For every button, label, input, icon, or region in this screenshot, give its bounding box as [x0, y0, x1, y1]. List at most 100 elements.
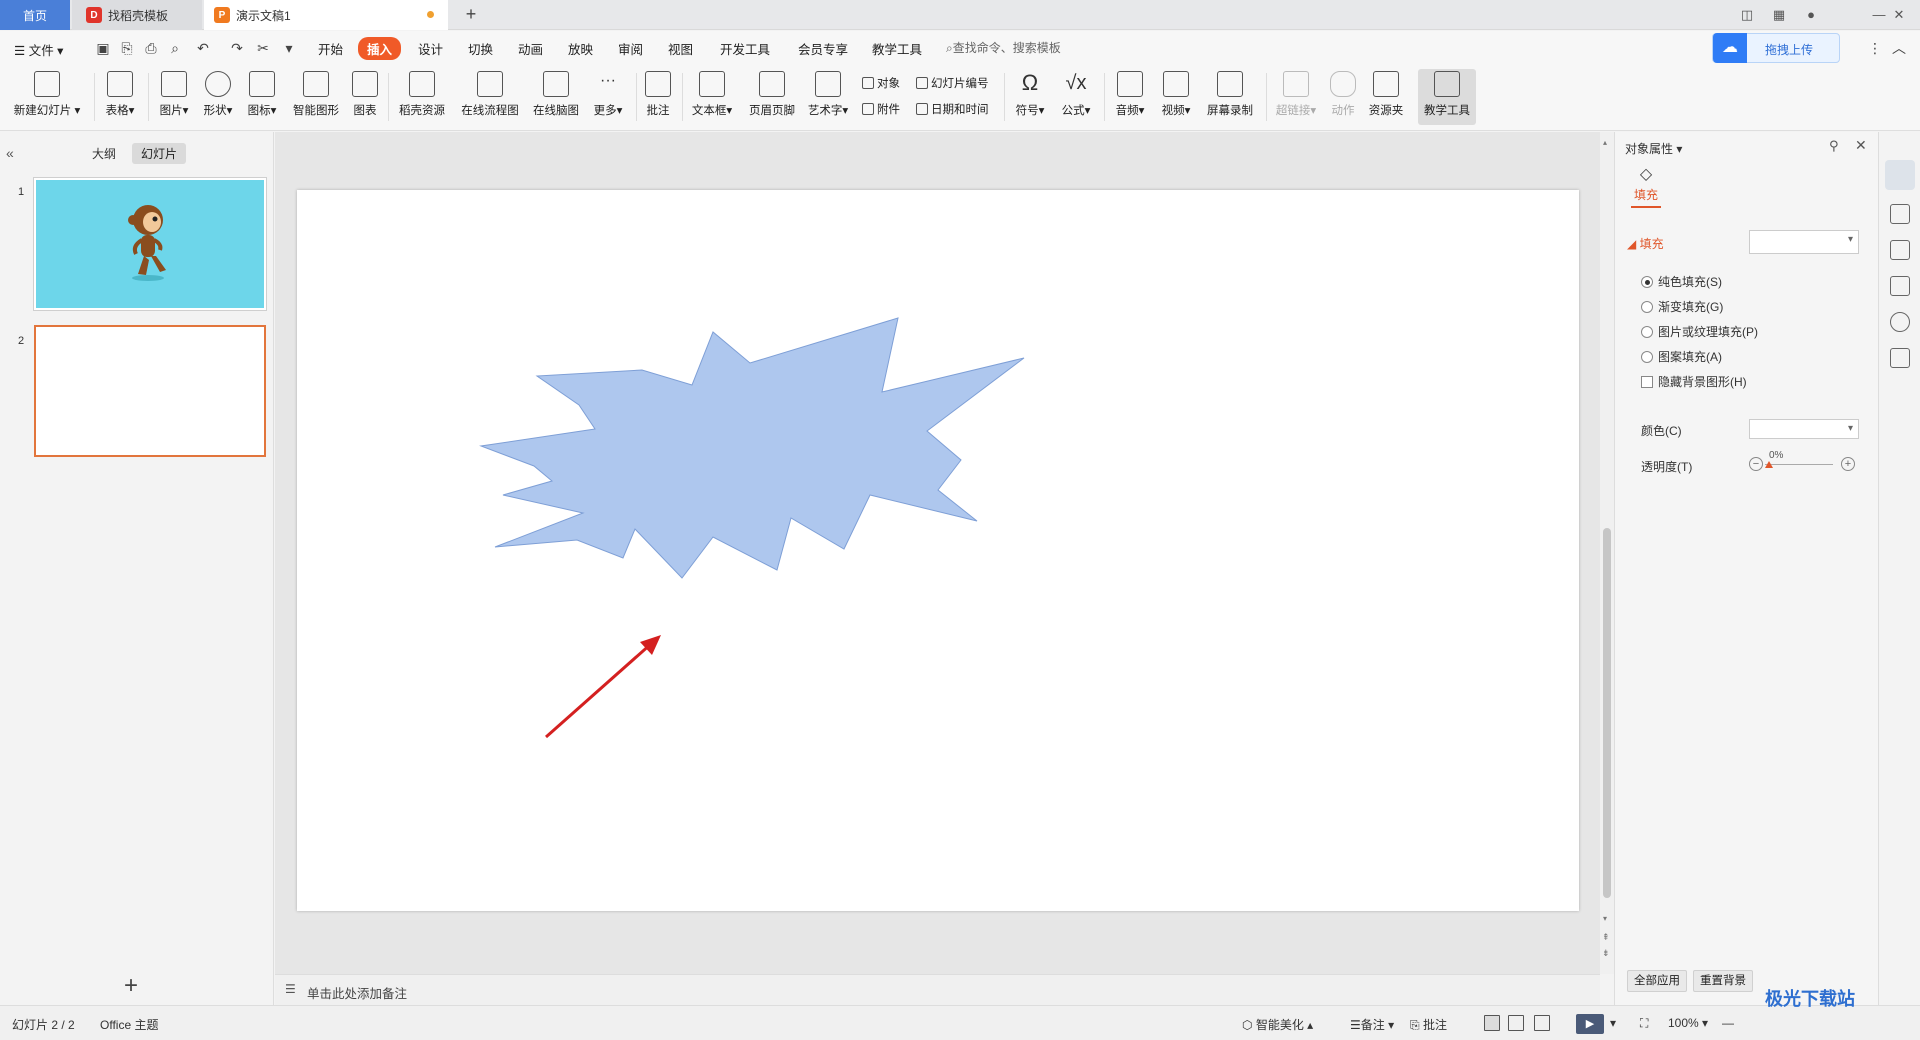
apply-all-button[interactable]: 全部应用	[1627, 970, 1687, 992]
print-icon[interactable]: ⎙	[142, 39, 160, 57]
color-picker[interactable]	[1749, 419, 1859, 439]
add-slide-button[interactable]: +	[124, 972, 138, 1000]
menu-transition[interactable]: 切换	[468, 39, 493, 58]
theme-name[interactable]: Office 主题	[100, 1016, 158, 1033]
magic-icon[interactable]	[1890, 204, 1910, 224]
screen-record-button[interactable]: 屏幕录制	[1202, 69, 1258, 125]
drag-upload-button[interactable]: ☁ 拖拽上传	[1712, 33, 1840, 63]
checkbox[interactable]	[1641, 376, 1653, 388]
minus-icon[interactable]: −	[1749, 457, 1763, 471]
undo-icon[interactable]: ↶	[194, 39, 212, 57]
radio-button[interactable]	[1641, 276, 1653, 288]
tab-outline[interactable]: 大纲	[92, 145, 116, 162]
location-icon[interactable]	[1890, 312, 1910, 332]
tab-fill[interactable]: ◇ 填充	[1629, 164, 1663, 208]
formula-button[interactable]: √x 公式▾	[1056, 69, 1096, 125]
datetime-button[interactable]: 日期和时间	[916, 101, 989, 117]
menu-review[interactable]: 审阅	[618, 39, 643, 58]
zoom-level[interactable]: 100% ▾	[1668, 1016, 1708, 1030]
collapse-panel-icon[interactable]: «	[6, 145, 14, 161]
save-icon[interactable]: ▣	[94, 39, 112, 57]
notes-placeholder[interactable]: 单击此处添加备注	[307, 983, 407, 1002]
reset-background-button[interactable]: 重置背景	[1693, 970, 1753, 992]
slider-track[interactable]	[1765, 464, 1833, 465]
fill-section-header[interactable]: ◢ 填充	[1627, 235, 1664, 252]
image-button[interactable]: 图片▾	[154, 69, 194, 125]
new-slide-button[interactable]: 新建幻灯片 ▾	[8, 69, 86, 125]
scroll-down-icon[interactable]: ▾	[1603, 914, 1607, 923]
menu-slideshow[interactable]: 放映	[568, 39, 593, 58]
copy-slides-icon[interactable]	[1890, 240, 1910, 260]
tab-template-store[interactable]: D 找稻壳模板	[72, 0, 202, 30]
table-button[interactable]: 表格▾	[100, 69, 140, 125]
smart-beautify-button[interactable]: ⬡ 智能美化 ▴	[1242, 1016, 1313, 1033]
radio-button[interactable]	[1641, 326, 1653, 338]
panel-title[interactable]: 对象属性 ▾	[1625, 140, 1682, 157]
more-button[interactable]: ··· 更多▾	[588, 69, 628, 125]
comment-button[interactable]: 批注	[642, 69, 674, 125]
scrollbar-thumb[interactable]	[1603, 528, 1611, 898]
radio-button[interactable]	[1641, 351, 1653, 363]
symbol-button[interactable]: Ω 符号▾	[1010, 69, 1050, 125]
slide-canvas[interactable]	[297, 190, 1579, 911]
icon-button[interactable]: 图标▾	[242, 69, 282, 125]
shape-button[interactable]: 形状▾	[198, 69, 238, 125]
avatar[interactable]: ●	[1800, 5, 1822, 25]
normal-view-icon[interactable]	[1484, 1015, 1500, 1031]
plus-icon[interactable]: +	[1841, 457, 1855, 471]
fit-window-icon[interactable]: ⛶	[1640, 1016, 1648, 1031]
transparency-slider[interactable]: − 0% +	[1749, 450, 1859, 474]
export-pdf-icon[interactable]: ⎘	[118, 39, 136, 57]
object-button[interactable]: 对象	[862, 75, 900, 91]
video-button[interactable]: 视频▾	[1156, 69, 1196, 125]
radio-picture-fill[interactable]: 图片或纹理填充(P)	[1641, 323, 1758, 340]
zoom-out-icon[interactable]: —	[1722, 1016, 1734, 1030]
docer-resource-button[interactable]: 稻壳资源	[394, 69, 450, 125]
pin-icon[interactable]: ⚲	[1829, 138, 1839, 154]
fill-type-select[interactable]	[1749, 230, 1859, 254]
menu-start[interactable]: 开始	[318, 39, 343, 58]
menu-design[interactable]: 设计	[418, 39, 443, 58]
slide-number-button[interactable]: 幻灯片编号	[916, 75, 989, 91]
radio-gradient-fill[interactable]: 渐变填充(G)	[1641, 298, 1723, 315]
new-tab-button[interactable]: +	[460, 4, 482, 26]
word-art-button[interactable]: 艺术字▾	[804, 69, 852, 125]
close-icon[interactable]: ✕	[1855, 137, 1867, 154]
slide-thumbnail-2[interactable]	[34, 325, 266, 457]
more-quick-icon[interactable]: ▾	[280, 39, 298, 57]
play-options-icon[interactable]: ▾	[1610, 1016, 1616, 1030]
slide-sorter-icon[interactable]	[1508, 1015, 1524, 1031]
audio-button[interactable]: 音频▾	[1110, 69, 1150, 125]
radio-button[interactable]	[1641, 301, 1653, 313]
slider-knob[interactable]	[1765, 461, 1773, 468]
menu-animation[interactable]: 动画	[518, 39, 543, 58]
attachment-button[interactable]: 附件	[862, 101, 900, 117]
more-options-icon[interactable]: ⋮	[1866, 39, 1884, 57]
layout-icon[interactable]: ◫	[1736, 5, 1758, 25]
redo-icon[interactable]: ↷	[228, 39, 246, 57]
teaching-tools-button[interactable]: 教学工具	[1418, 69, 1476, 125]
menu-file[interactable]: ☰ 文件 ▾	[14, 40, 63, 59]
book-icon[interactable]	[1890, 348, 1910, 368]
command-search[interactable]: ⌕查找命令、搜索模板	[946, 39, 1061, 56]
radio-solid-fill[interactable]: 纯色填充(S)	[1641, 273, 1722, 290]
action-button[interactable]: 动作	[1326, 69, 1360, 125]
slide-thumbnail-1[interactable]	[33, 177, 267, 311]
reading-view-icon[interactable]	[1534, 1015, 1550, 1031]
next-slide-icon[interactable]: ⇟	[1602, 948, 1610, 959]
properties-icon[interactable]	[1885, 160, 1915, 190]
comment-toggle-button[interactable]: ⎘ 批注	[1410, 1016, 1447, 1033]
menu-teaching[interactable]: 教学工具	[872, 39, 922, 58]
print-preview-icon[interactable]: ⌕	[166, 39, 184, 57]
vertical-scrollbar[interactable]: ▴ ▾ ⇞ ⇟	[1600, 132, 1614, 974]
menu-insert[interactable]: 插入	[358, 37, 402, 60]
tab-document[interactable]: P 演示文稿1	[204, 0, 448, 30]
grid-apps-icon[interactable]: ▦	[1768, 5, 1790, 25]
tab-slides[interactable]: 幻灯片	[132, 143, 187, 164]
format-painter-icon[interactable]: ✂	[254, 39, 272, 57]
tab-home[interactable]: 首页	[0, 0, 70, 30]
menu-view[interactable]: 视图	[668, 39, 693, 58]
image-tools-icon[interactable]	[1890, 276, 1910, 296]
smart-graphic-button[interactable]: 智能图形	[288, 69, 344, 125]
hyperlink-button[interactable]: 超链接▾	[1272, 69, 1320, 125]
